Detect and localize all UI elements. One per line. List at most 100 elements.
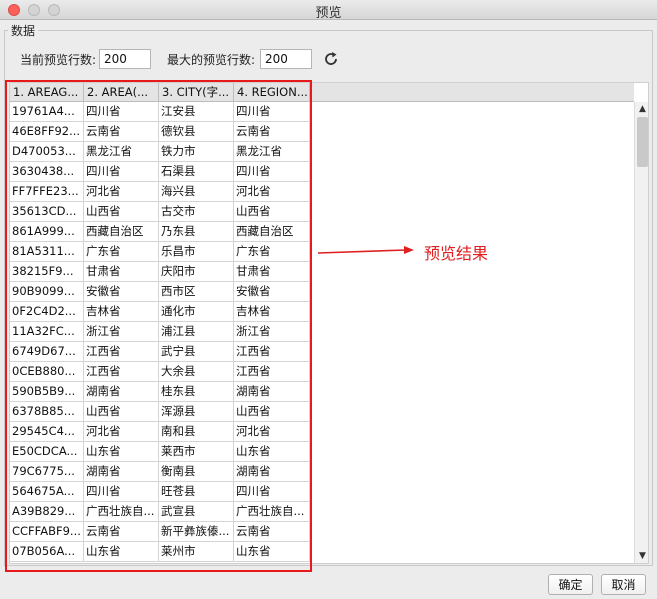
table-cell: 07B056A... [10,542,84,562]
ok-button[interactable]: 确定 [548,574,593,595]
table-cell: 浑源县 [159,402,234,422]
table-row[interactable]: 38215F9... 甘肃省 庆阳市 甘肃省 [10,262,310,282]
table-cell: 铁力市 [159,142,234,162]
table-cell: 广东省 [84,242,159,262]
table-row[interactable]: D470053... 黑龙江省 铁力市 黑龙江省 [10,142,310,162]
table-row[interactable]: 79C6775... 湖南省 衡南县 湖南省 [10,462,310,482]
column-header-city[interactable]: 3. CITY(字... [159,83,234,102]
arrow-right-icon [318,246,414,254]
table-row[interactable]: CCFFABF9... 云南省 新平彝族傣... 云南省 [10,522,310,542]
column-header-area[interactable]: 2. AREA(... [84,83,159,102]
table-cell: 西藏自治区 [84,222,159,242]
table-header: 1. AREAG... 2. AREA(... 3. CITY(字... 4. … [10,83,310,102]
table-cell: 吉林省 [234,302,310,322]
table-cell: 武宣县 [159,502,234,522]
table-row[interactable]: 590B5B9... 湖南省 桂东县 湖南省 [10,382,310,402]
current-rows-label: 当前预览行数: [20,53,97,67]
table-cell: 衡南县 [159,462,234,482]
table-cell: 河北省 [234,422,310,442]
vertical-scrollbar[interactable]: ▲ ▼ [634,102,648,563]
table-row[interactable]: 0F2C4D2... 吉林省 通化市 吉林省 [10,302,310,322]
table-row[interactable]: 19761A4... 四川省 江安县 四川省 [10,102,310,122]
preview-table: 1. AREAG... 2. AREA(... 3. CITY(字... 4. … [9,82,649,564]
table-cell: 江西省 [234,342,310,362]
table-row[interactable]: 29545C4... 河北省 南和县 河北省 [10,422,310,442]
table-row[interactable]: 6378B85... 山西省 浑源县 山西省 [10,402,310,422]
table-cell: 莱州市 [159,542,234,562]
table-row[interactable]: 3630438... 四川省 石渠县 四川省 [10,162,310,182]
table-row[interactable]: 07B056A... 山东省 莱州市 山东省 [10,542,310,562]
table-cell: 46E8FF92... [10,122,84,142]
scroll-up-icon[interactable]: ▲ [635,102,648,116]
table-cell: D470053... [10,142,84,162]
table-cell: 云南省 [234,122,310,142]
table-cell: 38215F9... [10,262,84,282]
table-cell: 19761A4... [10,102,84,122]
table-cell: 莱西市 [159,442,234,462]
table-cell: 浙江省 [84,322,159,342]
table-row[interactable]: 6749D67... 江西省 武宁县 江西省 [10,342,310,362]
table-cell: 35613CD... [10,202,84,222]
table-cell: 吉林省 [84,302,159,322]
scroll-down-icon[interactable]: ▼ [635,549,648,563]
table-row[interactable]: 0CEB880... 江西省 大余县 江西省 [10,362,310,382]
table-cell: A39B829... [10,502,84,522]
table-row[interactable]: 90B9099... 安徽省 西市区 安徽省 [10,282,310,302]
table-row[interactable]: 81A5311... 广东省 乐昌市 广东省 [10,242,310,262]
table-cell: 浦江县 [159,322,234,342]
table-cell: 大余县 [159,362,234,382]
title-bar: 预览 [0,0,657,21]
table-cell: 山西省 [234,402,310,422]
table-cell: 山东省 [84,442,159,462]
table-row[interactable]: 35613CD... 山西省 古交市 山西省 [10,202,310,222]
table-cell: 564675A... [10,482,84,502]
table-cell: 桂东县 [159,382,234,402]
max-rows-input[interactable] [260,49,312,69]
table-cell: 乐昌市 [159,242,234,262]
table-cell: 山西省 [84,202,159,222]
table-cell: 甘肃省 [84,262,159,282]
header-filler [310,83,634,102]
table-cell: 山西省 [84,402,159,422]
max-rows-label: 最大的预览行数: [167,53,256,67]
table-body: 19761A4... 四川省 江安县 四川省 46E8FF92... 云南省 德钦县 云南省 D… [10,102,310,562]
table-cell: 湖南省 [84,462,159,482]
data-group-label: 数据 [8,22,39,39]
table-cell: 广西壮族自... [234,502,310,522]
table-cell: 德钦县 [159,122,234,142]
table-cell: 河北省 [84,422,159,442]
table-cell: 四川省 [84,102,159,122]
table-cell: CCFFABF9... [10,522,84,542]
table-cell: 甘肃省 [234,262,310,282]
table-cell: 广东省 [234,242,310,262]
column-header-region[interactable]: 4. REGION... [234,83,310,102]
table-cell: 山东省 [84,542,159,562]
table-cell: 黑龙江省 [234,142,310,162]
table-cell: 0CEB880... [10,362,84,382]
table-cell: 90B9099... [10,282,84,302]
table-cell: 四川省 [234,102,310,122]
table-row[interactable]: FF7FFE23... 河北省 海兴县 河北省 [10,182,310,202]
table-row[interactable]: 564675A... 四川省 旺苍县 四川省 [10,482,310,502]
table-cell: 湖南省 [234,462,310,482]
table-row[interactable]: E50CDCA... 山东省 莱西市 山东省 [10,442,310,462]
table-cell: 云南省 [84,522,159,542]
window-title: 预览 [315,6,342,21]
table-cell: 81A5311... [10,242,84,262]
table-row[interactable]: 46E8FF92... 云南省 德钦县 云南省 [10,122,310,142]
table-cell: 四川省 [234,162,310,182]
table-cell: 南和县 [159,422,234,442]
table-cell: 石渠县 [159,162,234,182]
refresh-icon[interactable] [322,50,340,68]
current-rows-input[interactable] [99,49,151,69]
cancel-button[interactable]: 取消 [601,574,646,595]
annotation-label: 预览结果 [424,244,489,263]
scroll-thumb[interactable] [637,117,648,167]
column-header-areaguid[interactable]: 1. AREAG... [10,83,84,102]
table-cell: FF7FFE23... [10,182,84,202]
table-cell: 6749D67... [10,342,84,362]
table-row[interactable]: 861A999... 西藏自治区 乃东县 西藏自治区 [10,222,310,242]
table-row[interactable]: A39B829... 广西壮族自... 武宣县 广西壮族自... [10,502,310,522]
table-row[interactable]: 11A32FC... 浙江省 浦江县 浙江省 [10,322,310,342]
table-cell: 0F2C4D2... [10,302,84,322]
